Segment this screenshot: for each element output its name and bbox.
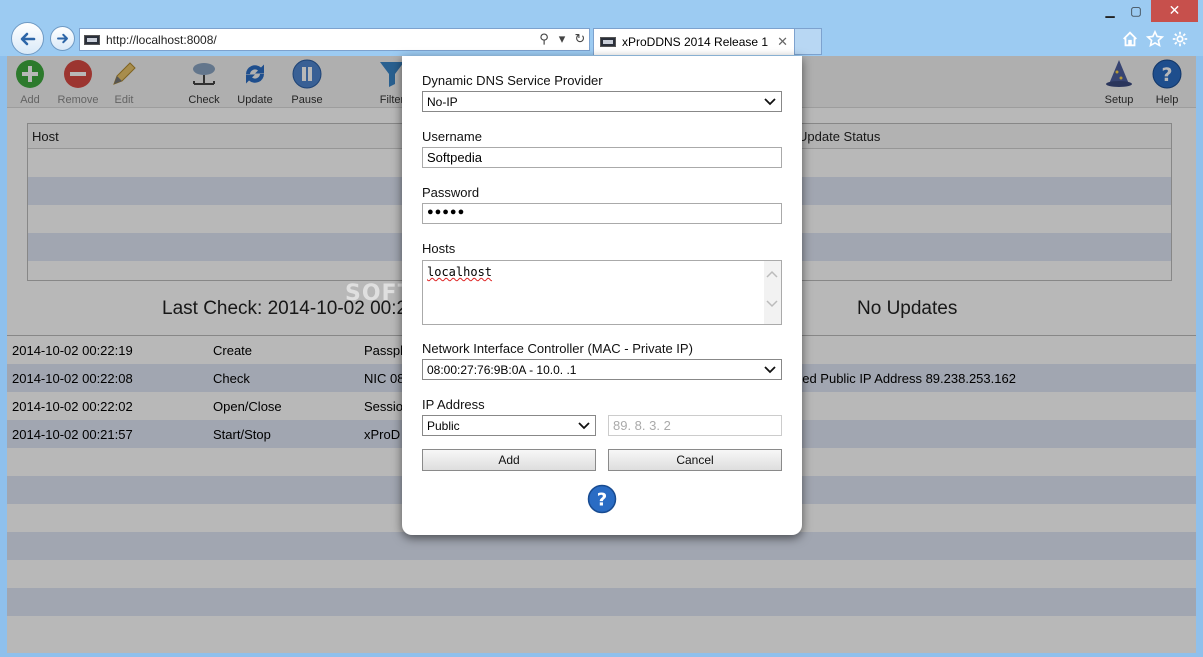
username-label: Username [422,129,482,144]
provider-label: Dynamic DNS Service Provider [422,73,603,88]
address-bar[interactable]: http://localhost:8008/ ⚲ ▾ ↻ [79,28,590,51]
ip-mode-select[interactable]: Public [422,415,596,436]
scroll-down-icon[interactable] [766,299,778,309]
add-host-dialog: Dynamic DNS Service Provider No-IP Usern… [402,56,802,535]
maximize-button[interactable]: ▢ [1123,0,1149,22]
username-field[interactable]: Softpedia [422,147,782,168]
tab-favicon-icon [600,37,616,47]
back-arrow-icon [20,32,35,45]
url-text[interactable]: http://localhost:8008/ [106,33,535,47]
svg-text:?: ? [597,490,607,511]
browser-tab[interactable]: xProDDNS 2014 Release 1 ✕ [593,28,795,55]
tab-title: xProDDNS 2014 Release 1 [622,35,769,49]
search-icon[interactable]: ⚲ [535,32,553,47]
ip-address-field[interactable]: 89. 8. 3. 2 [608,415,782,436]
browser-chrome: http://localhost:8008/ ⚲ ▾ ↻ xProDDNS 20… [0,0,1203,56]
scroll-up-icon[interactable] [766,269,778,279]
nic-label: Network Interface Controller (MAC - Priv… [422,341,693,356]
add-button-dialog[interactable]: Add [422,449,596,471]
provider-select[interactable]: No-IP [422,91,782,112]
tab-close-icon[interactable]: ✕ [777,35,788,50]
ip-address-label: IP Address [422,397,485,412]
dropdown-chevron-icon[interactable]: ▾ [553,32,571,47]
forward-button[interactable] [50,26,75,51]
new-tab-button[interactable] [795,28,822,55]
hosts-label: Hosts [422,241,456,256]
chevron-down-icon [578,421,590,429]
chevron-down-icon [764,97,776,105]
hosts-scrollbar[interactable] [764,261,781,324]
help-question-icon[interactable]: ? [587,484,617,514]
favorites-star-icon[interactable] [1145,29,1165,49]
password-label: Password [422,185,480,200]
nic-select[interactable]: 08:00:27:76:9B:0A - 10.0. .1 [422,359,782,380]
password-field[interactable]: ●●●●● [422,203,782,224]
home-icon[interactable] [1120,29,1140,49]
gear-icon[interactable] [1170,29,1190,49]
chevron-down-icon [764,365,776,373]
back-button[interactable] [11,22,44,55]
hosts-textarea[interactable]: localhost [422,260,782,325]
minimize-button[interactable]: ▁ [1097,0,1123,22]
refresh-icon[interactable]: ↻ [571,32,589,47]
forward-arrow-icon [57,33,68,44]
close-window-button[interactable]: ✕ [1151,0,1198,22]
cancel-button[interactable]: Cancel [608,449,782,471]
site-favicon-icon [84,34,100,45]
